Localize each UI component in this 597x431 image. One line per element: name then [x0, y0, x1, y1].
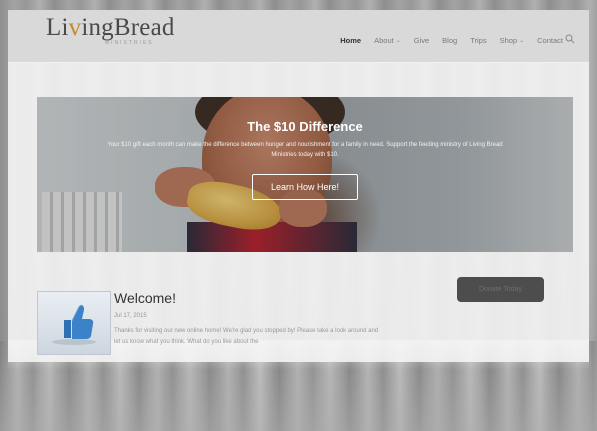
nav-label: Contact	[537, 36, 563, 45]
nav-label: Home	[340, 36, 362, 45]
site-header: LivingBread MINISTRIES Home About ⌄ Give …	[8, 10, 589, 63]
post-date: Jul 17, 2015	[114, 313, 147, 319]
main-nav: Home About ⌄ Give Blog Trips Shop ⌄ Contac…	[340, 36, 563, 45]
nav-item-contact[interactable]: Contact	[537, 36, 563, 45]
nav-item-shop[interactable]: Shop ⌄	[500, 36, 525, 45]
hero-title: The $10 Difference	[247, 119, 363, 134]
post-thumbnail[interactable]	[37, 291, 111, 355]
nav-item-home[interactable]: Home	[340, 36, 361, 45]
chevron-down-icon: ⌄	[519, 38, 525, 44]
nav-item-trips[interactable]: Trips	[470, 36, 486, 45]
learn-more-button[interactable]: Learn How Here!	[252, 174, 358, 200]
logo-text-end: ingBread	[81, 14, 175, 41]
nav-label: Shop	[499, 36, 518, 45]
nav-label: Blog	[442, 36, 458, 45]
hero-description: Your $10 gift each month can make the di…	[107, 142, 503, 158]
site-logo[interactable]: LivingBread	[46, 14, 175, 42]
post-excerpt: Thanks for visiting our new online home!…	[114, 328, 379, 345]
logo-text-start: Li	[46, 14, 69, 41]
nav-label: About	[374, 36, 394, 45]
nav-item-about[interactable]: About ⌄	[374, 36, 401, 45]
chevron-down-icon: ⌄	[395, 38, 401, 44]
hero-banner: The $10 Difference Your $10 gift each mo…	[37, 97, 573, 252]
nav-item-give[interactable]: Give	[414, 36, 429, 45]
nav-label: Give	[413, 36, 430, 45]
thumbs-up-icon	[52, 304, 96, 345]
donate-button[interactable]: Donate Today	[457, 277, 544, 302]
search-icon[interactable]	[565, 34, 575, 44]
post-title[interactable]: Welcome!	[114, 290, 176, 306]
nav-item-blog[interactable]: Blog	[442, 36, 457, 45]
nav-label: Trips	[470, 36, 487, 45]
logo-subtitle: MINISTRIES	[105, 40, 154, 46]
logo-text-accent: v	[68, 14, 82, 41]
